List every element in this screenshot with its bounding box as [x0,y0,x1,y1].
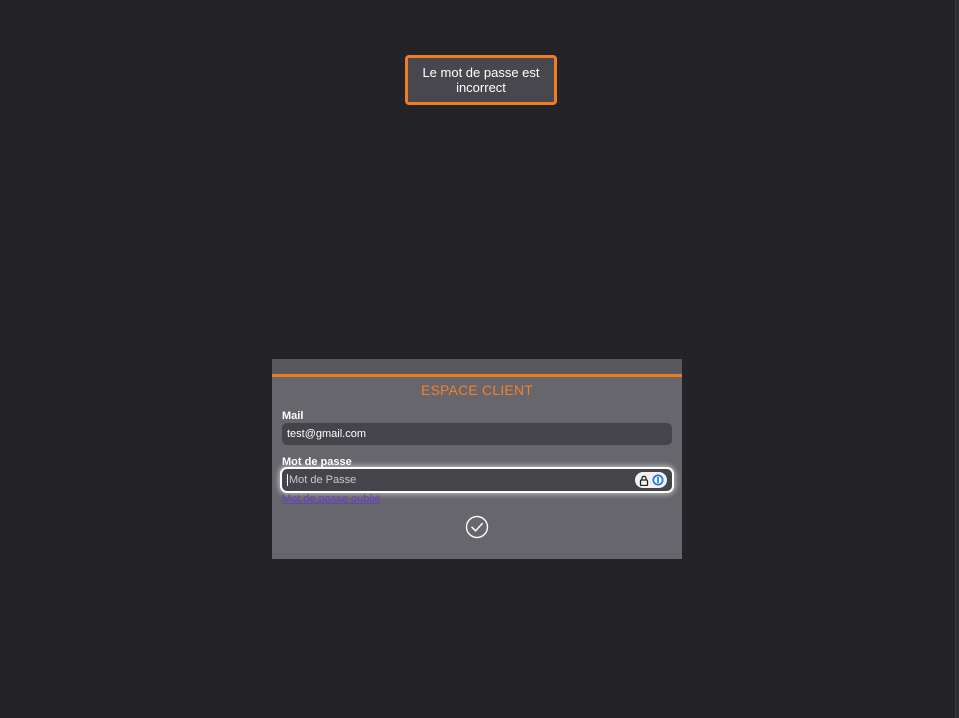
panel-title: ESPACE CLIENT [420,382,534,398]
mail-label: Mail [282,410,304,422]
password-label: Mot de passe [282,456,352,468]
password-manager-icon[interactable] [652,474,664,486]
error-toast-message: Le mot de passe est incorrect [422,65,540,95]
password-tools[interactable] [635,472,667,488]
mail-input-value: test@gmail.com [287,428,367,440]
login-panel: ESPACE CLIENT Mail test@gmail.com Mot de… [272,359,682,559]
password-input[interactable]: Mot de Passe [282,469,672,491]
text-caret [287,474,288,487]
forgot-password-link[interactable]: Mot de passe oublié [282,493,380,505]
check-circle-icon[interactable] [465,515,489,539]
mail-input[interactable]: test@gmail.com [282,423,672,445]
panel-header-bar [272,359,682,377]
lock-icon[interactable] [639,475,649,486]
page-background: Le mot de passe est incorrect ESPACE CLI… [0,0,959,718]
window-edge [955,0,959,718]
password-placeholder: Mot de Passe [289,474,357,487]
error-toast: Le mot de passe est incorrect [405,55,557,105]
